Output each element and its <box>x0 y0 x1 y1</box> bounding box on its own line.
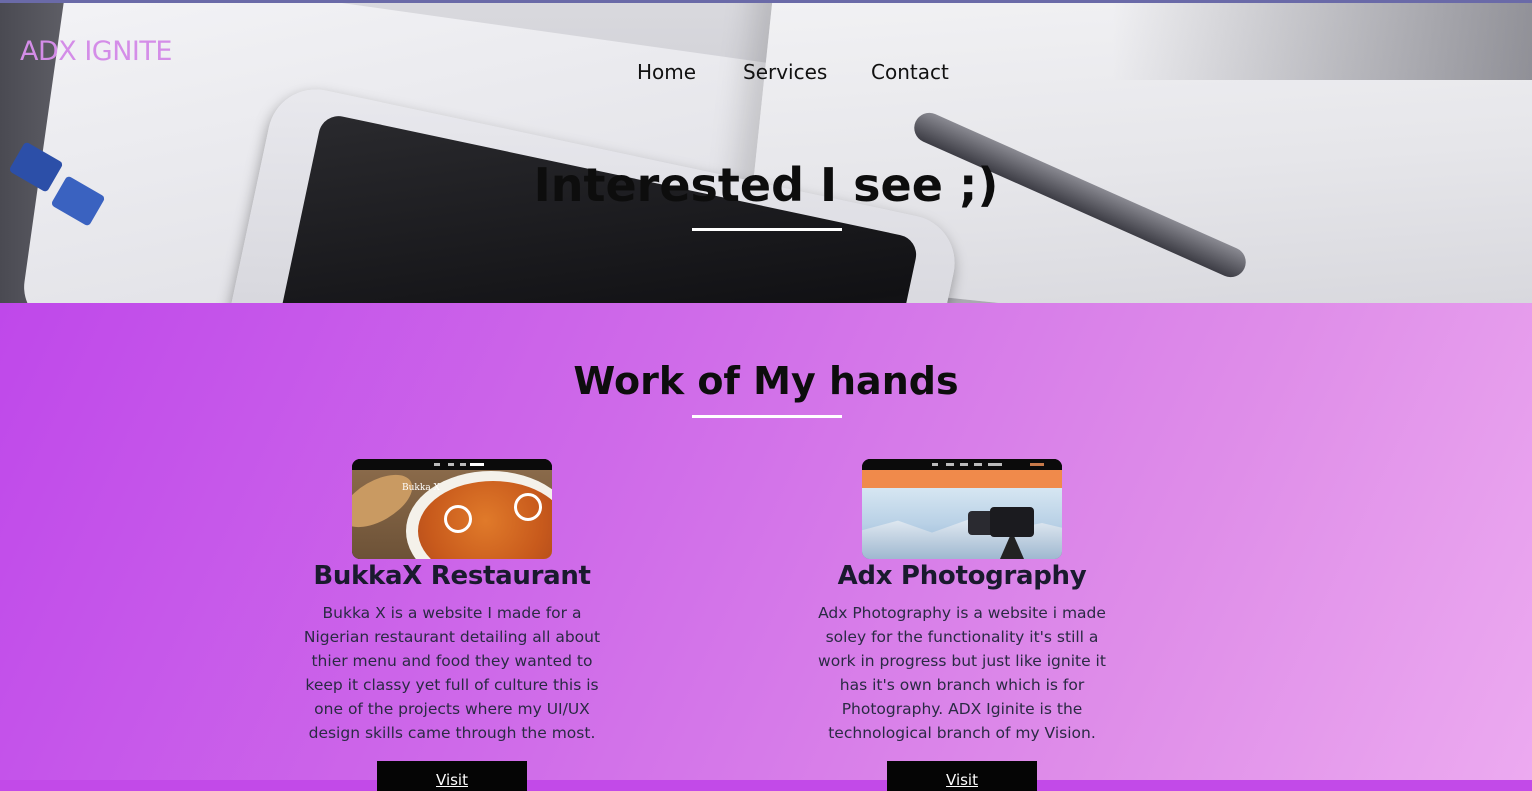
thumb-title-banner <box>862 470 1062 488</box>
thumb-onion-ring <box>444 505 472 533</box>
thumb-onion-ring <box>514 493 542 521</box>
project-thumbnail-adx-photography[interactable] <box>862 459 1062 559</box>
work-section: Work of My hands Bukka X BukkaX Restaura… <box>0 303 1532 791</box>
nav-link-home[interactable]: Home <box>637 60 696 84</box>
project-title: Adx Photography <box>837 561 1087 591</box>
hero-title-underline <box>692 228 842 231</box>
visit-button[interactable]: Visit <box>887 761 1037 791</box>
work-section-title: Work of My hands <box>573 359 959 403</box>
hero-title: Interested I see ;) <box>533 158 999 212</box>
project-thumbnail-bukkax[interactable]: Bukka X <box>352 459 552 559</box>
project-description: Bukka X is a website I made for a Nigeri… <box>303 604 601 742</box>
thumb-camera-image <box>990 507 1034 537</box>
site-logo[interactable]: ADX IGNITE <box>20 36 172 67</box>
thumb-navbar <box>352 459 552 470</box>
work-title-underline <box>692 415 842 418</box>
thumb-brand-label: Bukka X <box>402 483 440 493</box>
project-card-bukkax: Bukka X BukkaX Restaurant Bukka X is a w… <box>292 459 612 791</box>
nav-link-services[interactable]: Services <box>743 60 827 84</box>
project-card-adx-photography: Adx Photography Adx Photography is a web… <box>802 459 1122 791</box>
thumb-navbar <box>862 459 1062 470</box>
hero-section: ADX IGNITE Home Services Contact Interes… <box>0 0 1532 303</box>
visit-button[interactable]: Visit <box>377 761 527 791</box>
hero-background-shadow-right <box>1112 0 1532 80</box>
nav-link-contact[interactable]: Contact <box>871 60 949 84</box>
project-title: BukkaX Restaurant <box>313 561 591 591</box>
project-description: Adx Photography is a website i made sole… <box>818 604 1106 742</box>
top-border-line <box>0 0 1532 3</box>
